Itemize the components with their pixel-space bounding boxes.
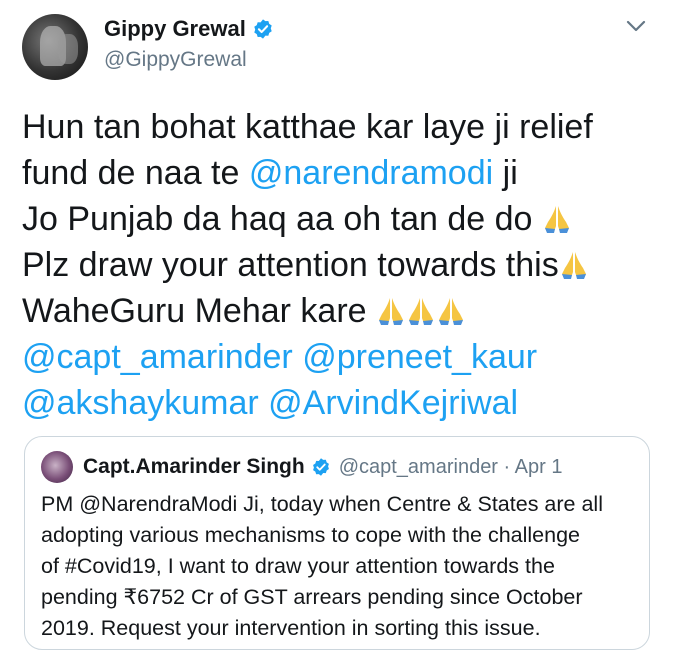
mention-arvindkejriwal[interactable]: @ArvindKejriwal [268,384,518,422]
author-display-name[interactable]: Gippy Grewal [104,16,246,42]
tweet-line-4: Plz draw your attention towards this [22,242,662,288]
quoted-line-1: PM @NarendraModi Ji, today when Centre &… [41,492,603,516]
quoted-author-name[interactable]: Capt.Amarinder Singh [83,455,305,479]
mention-narendramodi[interactable]: @narendramodi [249,154,493,192]
folded-hands-icon [376,294,406,326]
quoted-author-handle-date[interactable]: @capt_amarinder · Apr 1 [339,456,563,479]
folded-hands-icon [436,294,466,326]
author-handle[interactable]: @GippyGrewal [104,48,247,72]
tweet-text: Hun tan bohat katthae kar laye ji relief… [22,104,662,426]
mention-capt-amarinder[interactable]: @capt_amarinder [22,338,293,376]
verified-badge-icon [312,458,329,476]
author-avatar[interactable] [22,14,88,80]
tweet-line-7: @akshaykumar @ArvindKejriwal [22,380,662,426]
folded-hands-icon [559,248,589,280]
chevron-down-icon[interactable] [624,18,648,34]
quoted-line-4: pending ₹6752 Cr of GST arrears pending … [41,585,583,609]
mention-akshaykumar[interactable]: @akshaykumar [22,384,259,422]
verified-badge-icon [254,19,272,39]
quoted-tweet-header: Capt.Amarinder Singh @capt_amarinder · A… [41,451,562,483]
tweet-line-3: Jo Punjab da haq aa oh tan de do [22,196,662,242]
quoted-line-5: 2019. Request your intervention in sorti… [41,616,541,640]
quoted-tweet-text: PM @NarendraModi Ji, today when Centre &… [41,489,641,644]
quoted-author-avatar[interactable] [41,451,73,483]
author-name-row[interactable]: Gippy Grewal [104,16,274,42]
quoted-line-2: adopting various mechanisms to cope with… [41,523,581,547]
mention-preneet-kaur[interactable]: @preneet_kaur [302,338,537,376]
folded-hands-icon [406,294,436,326]
tweet-line-1: Hun tan bohat katthae kar laye ji relief [22,108,593,146]
tweet-line-5: WaheGuru Mehar kare [22,288,662,334]
quoted-line-3: of #Covid19, I want to draw your attenti… [41,554,555,578]
tweet-line-2: fund de naa te @narendramodi ji [22,154,518,192]
folded-hands-icon [542,202,572,234]
quoted-tweet-card[interactable]: Capt.Amarinder Singh @capt_amarinder · A… [24,436,650,650]
tweet-line-6: @capt_amarinder @preneet_kaur [22,334,662,380]
